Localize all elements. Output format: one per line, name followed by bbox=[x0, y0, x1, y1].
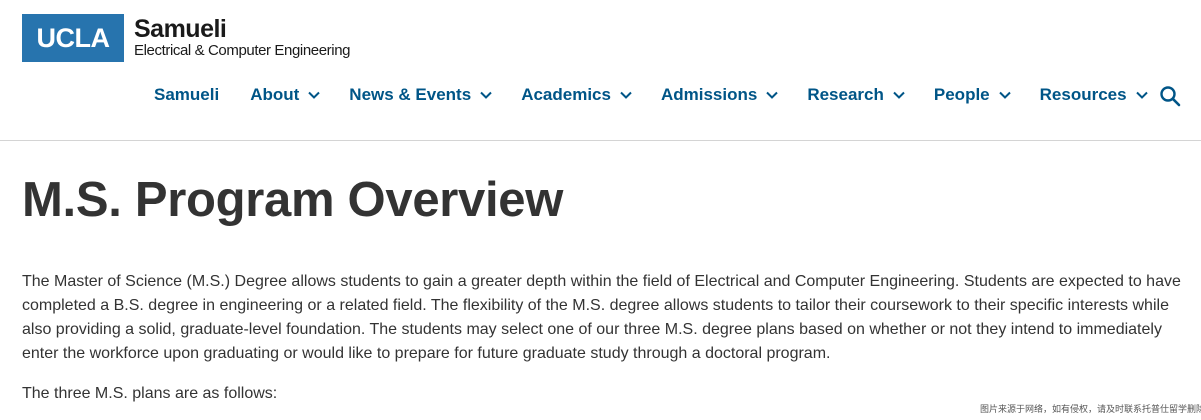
site-header: UCLA Samueli Electrical & Computer Engin… bbox=[0, 0, 1201, 141]
nav-item-admissions[interactable]: Admissions bbox=[661, 85, 779, 105]
ucla-logo-box: UCLA bbox=[22, 14, 124, 62]
nav-item-news-events[interactable]: News & Events bbox=[349, 85, 493, 105]
chevron-down-icon bbox=[1135, 91, 1148, 99]
chevron-down-icon bbox=[620, 91, 632, 99]
nav-item-label: Research bbox=[807, 85, 884, 104]
chevron-down-icon bbox=[480, 91, 492, 99]
page-title: M.S. Program Overview bbox=[22, 173, 564, 227]
nav-item-samueli[interactable]: Samueli bbox=[154, 85, 219, 105]
intro-paragraph: The Master of Science (M.S.) Degree allo… bbox=[22, 273, 1181, 362]
logo-subtitle: Electrical & Computer Engineering bbox=[134, 42, 351, 59]
search-icon[interactable] bbox=[1159, 85, 1181, 107]
main-nav: Samueli About News & Events Academics Ad… bbox=[154, 82, 1149, 108]
chevron-down-icon bbox=[308, 91, 321, 99]
image-watermark: 图片来源于网络，如有侵权，请及时联系托普仕留学删除 bbox=[980, 404, 1201, 414]
nav-item-label: Admissions bbox=[660, 85, 758, 104]
nav-item-people[interactable]: People bbox=[934, 85, 1012, 105]
nav-item-label: News & Events bbox=[349, 85, 472, 104]
nav-item-academics[interactable]: Academics bbox=[521, 85, 633, 105]
chevron-down-icon bbox=[766, 91, 779, 99]
nav-item-label: Samueli bbox=[154, 85, 220, 104]
logo-text: Samueli Electrical & Computer Engineerin… bbox=[134, 16, 350, 60]
nav-item-resources[interactable]: Resources bbox=[1040, 85, 1149, 105]
nav-item-label: Resources bbox=[1039, 85, 1127, 104]
nav-item-about[interactable]: About bbox=[250, 85, 321, 105]
plans-intro: The three M.S. plans are as follows: bbox=[22, 385, 278, 402]
nav-item-label: Academics bbox=[521, 85, 611, 104]
nav-item-label: People bbox=[933, 85, 990, 104]
chevron-down-icon bbox=[998, 91, 1011, 99]
nav-item-label: About bbox=[250, 85, 300, 104]
nav-item-research[interactable]: Research bbox=[807, 85, 906, 105]
chevron-down-icon bbox=[893, 91, 905, 99]
ucla-samueli-logo[interactable]: UCLA Samueli Electrical & Computer Engin… bbox=[22, 14, 350, 62]
logo-title: Samueli bbox=[134, 15, 227, 43]
